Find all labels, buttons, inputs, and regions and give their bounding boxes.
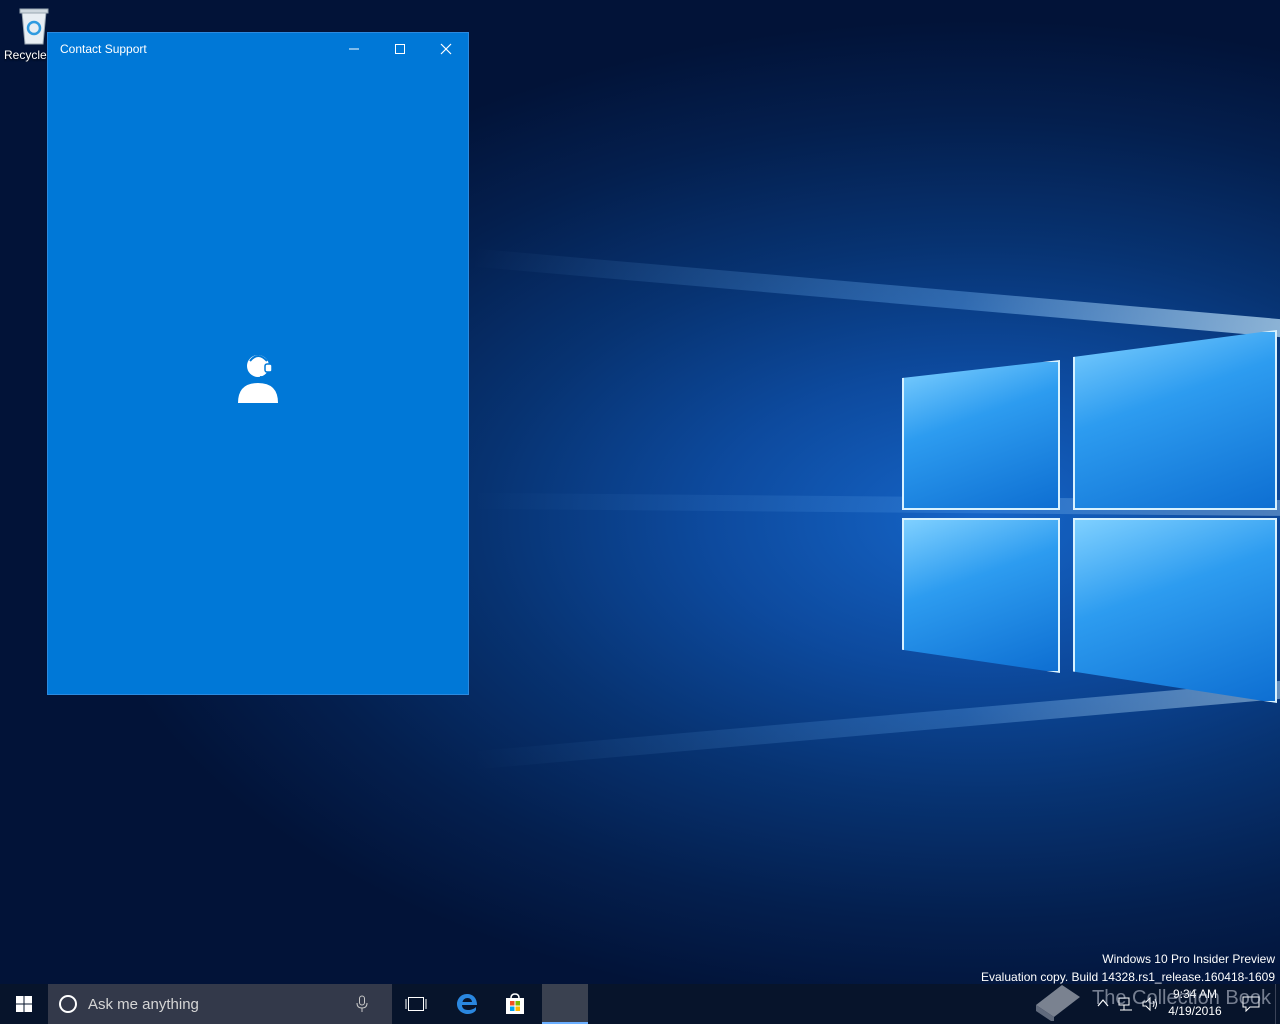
- contact-support-window[interactable]: Contact Support: [47, 32, 469, 695]
- wallpaper-logo-pane: [1073, 518, 1277, 703]
- support-agent-headset-icon: [236, 353, 280, 405]
- task-view-icon: [405, 997, 427, 1011]
- maximize-icon: [395, 44, 405, 54]
- wallpaper-light-beam: [472, 248, 1280, 338]
- cortana-circle-icon: [59, 995, 77, 1013]
- store-button[interactable]: [491, 984, 539, 1024]
- close-icon: [440, 43, 452, 55]
- network-icon[interactable]: [1118, 996, 1134, 1012]
- build-watermark: Windows 10 Pro Insider Preview Evaluatio…: [981, 950, 1275, 986]
- show-desktop-button[interactable]: [1275, 984, 1280, 1024]
- edge-browser-button[interactable]: [443, 984, 491, 1024]
- maximize-button[interactable]: [377, 33, 423, 65]
- clock[interactable]: 9:34 AM 4/19/2016: [1160, 986, 1230, 1020]
- windows-logo-icon: [16, 996, 32, 1012]
- edge-icon: [457, 994, 477, 1014]
- contact-support-taskbar-button[interactable]: [542, 984, 588, 1024]
- title-bar[interactable]: Contact Support: [48, 33, 468, 65]
- microphone-icon[interactable]: [356, 995, 368, 1013]
- window-title: Contact Support: [60, 42, 147, 56]
- clock-date: 4/19/2016: [1168, 1004, 1222, 1018]
- taskbar: 9:34 AM 4/19/2016: [0, 984, 1280, 1024]
- task-view-button[interactable]: [392, 984, 440, 1024]
- cortana-search-box[interactable]: [48, 984, 392, 1024]
- volume-icon[interactable]: [1142, 996, 1160, 1012]
- wallpaper-logo-pane: [902, 360, 1060, 510]
- clock-time: 9:34 AM: [1172, 987, 1218, 1001]
- wallpaper-light-beam: [472, 680, 1280, 770]
- search-input[interactable]: [88, 995, 348, 1013]
- close-button[interactable]: [423, 33, 469, 65]
- action-center-icon[interactable]: [1242, 996, 1260, 1012]
- wallpaper-logo-pane: [902, 518, 1060, 673]
- chevron-up-icon[interactable]: [1096, 996, 1110, 1010]
- minimize-icon: [349, 48, 359, 50]
- store-icon: [506, 993, 524, 1014]
- minimize-button[interactable]: [331, 33, 377, 65]
- start-button[interactable]: [0, 984, 48, 1024]
- wallpaper-logo-pane: [1073, 330, 1277, 510]
- watermark-edition: Windows 10 Pro Insider Preview: [1102, 952, 1275, 966]
- recycle-bin-icon: [17, 6, 51, 46]
- recycle-bin-label: Recycle Bin: [4, 48, 48, 62]
